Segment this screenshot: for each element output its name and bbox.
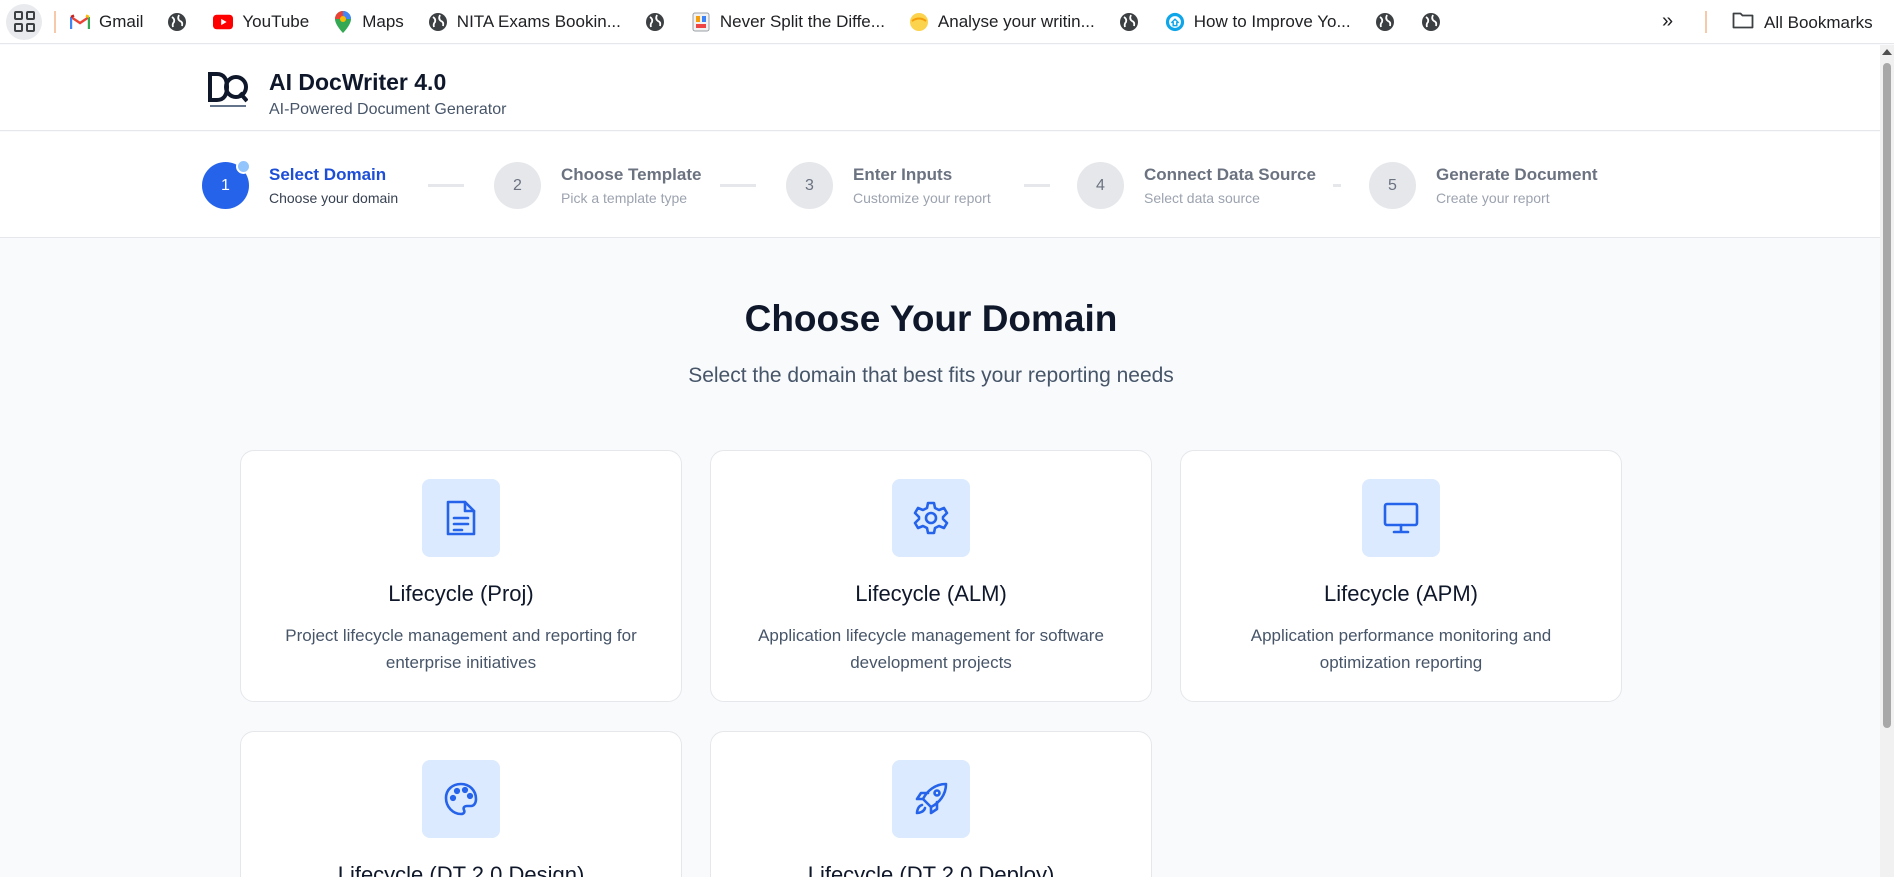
scrollbar-thumb[interactable] xyxy=(1883,63,1891,728)
rocket-icon xyxy=(892,760,970,838)
page-scrollbar[interactable] xyxy=(1880,45,1894,877)
bookmarks-separator xyxy=(1705,11,1707,33)
app-header: AI DocWriter 4.0 AI-Powered Document Gen… xyxy=(0,45,1880,131)
all-bookmarks-label: All Bookmarks xyxy=(1764,12,1873,32)
yellow-circle-icon xyxy=(909,12,929,32)
step-number: 2 xyxy=(494,162,541,209)
bookmark-gmail[interactable]: Gmail xyxy=(70,12,143,32)
globe-icon xyxy=(1421,12,1441,32)
step-label: Choose Template xyxy=(561,165,702,184)
bookmark-label: How to Improve Yo... xyxy=(1193,11,1351,31)
site-icon xyxy=(1165,12,1185,32)
step-connector xyxy=(1333,184,1341,187)
step-description: Select data source xyxy=(1144,190,1260,206)
domain-title: Lifecycle (APM) xyxy=(1323,581,1479,606)
domain-card-apm[interactable]: Lifecycle (APM) Application performance … xyxy=(1180,450,1622,702)
app-subtitle: AI-Powered Document Generator xyxy=(269,101,507,118)
bookmark-label: Analyse your writin... xyxy=(937,11,1095,31)
step-label: Generate Document xyxy=(1436,165,1598,184)
bookmark-label: Maps xyxy=(362,11,404,31)
document-icon xyxy=(422,479,500,557)
gmail-icon xyxy=(70,12,90,32)
domain-card-proj[interactable]: Lifecycle (Proj) Project lifecycle manag… xyxy=(240,450,682,702)
domain-description: Application lifecycle management for sof… xyxy=(758,626,1104,672)
step-label: Select Domain xyxy=(269,165,387,184)
monitor-icon xyxy=(1362,479,1440,557)
globe-icon xyxy=(167,12,187,32)
step-connector xyxy=(428,184,464,187)
domain-description: Project lifecycle management and reporti… xyxy=(285,626,637,672)
step-generate-document[interactable]: 5 Generate Document Create your report xyxy=(1369,162,1598,209)
step-number: 5 xyxy=(1369,162,1416,209)
youtube-icon xyxy=(213,12,234,32)
bookmark-analyse-writing[interactable]: Analyse your writin... xyxy=(909,12,1095,32)
bookmark-how-to-improve[interactable]: How to Improve Yo... xyxy=(1165,12,1351,32)
bookmark-never-split[interactable]: Never Split the Diffe... xyxy=(691,12,885,32)
bookmark-label: Gmail xyxy=(99,11,144,31)
bookmark-youtube[interactable]: YouTube xyxy=(213,12,309,32)
step-description: Choose your domain xyxy=(269,190,399,206)
step-number-text: 1 xyxy=(221,176,230,194)
domain-title: Lifecycle (DT 2.0 Deploy) xyxy=(807,862,1055,877)
bookmark-nita[interactable]: NITA Exams Bookin... xyxy=(428,12,621,32)
folder-icon xyxy=(1732,11,1754,34)
bookmark-globe-1[interactable] xyxy=(167,12,187,32)
bookmark-globe-5[interactable] xyxy=(1421,12,1441,32)
step-number: 3 xyxy=(786,162,833,209)
all-bookmarks-button[interactable]: All Bookmarks xyxy=(1732,11,1873,34)
domain-title: Lifecycle (Proj) xyxy=(388,581,534,606)
bookmark-label: NITA Exams Bookin... xyxy=(456,11,621,31)
step-description: Create your report xyxy=(1436,190,1550,206)
globe-icon xyxy=(428,12,448,32)
bookmarks-bar: Gmail YouTube Maps NITA Exams Bookin... … xyxy=(0,0,1894,44)
step-number-text: 3 xyxy=(805,176,814,194)
step-connector xyxy=(1024,184,1050,187)
gear-icon xyxy=(892,479,970,557)
step-connector xyxy=(720,184,756,187)
domain-title: Lifecycle (ALM) xyxy=(855,581,1007,606)
scroll-up-icon[interactable] xyxy=(1882,49,1892,55)
palette-icon xyxy=(422,760,500,838)
app-title: AI DocWriter 4.0 xyxy=(269,69,447,95)
app-logo xyxy=(208,68,249,112)
bookmark-globe-4[interactable] xyxy=(1375,12,1395,32)
bookmark-maps[interactable]: Maps xyxy=(333,10,404,33)
globe-icon xyxy=(1375,12,1395,32)
step-enter-inputs[interactable]: 3 Enter Inputs Customize your report xyxy=(786,162,991,209)
step-description: Pick a template type xyxy=(561,190,688,206)
step-number-text: 4 xyxy=(1096,176,1105,194)
step-number-text: 5 xyxy=(1388,176,1397,194)
step-choose-template[interactable]: 2 Choose Template Pick a template type xyxy=(494,162,701,209)
step-number: 1 xyxy=(202,159,251,209)
step-select-domain[interactable]: 1 Select Domain Choose your domain xyxy=(202,159,399,209)
bookmark-globe-2[interactable] xyxy=(645,12,665,32)
bookmark-globe-3[interactable] xyxy=(1119,12,1139,32)
globe-icon xyxy=(645,12,665,32)
bookmarks-separator xyxy=(54,10,56,33)
domain-title: Lifecycle (DT 2.0 Design) xyxy=(337,862,585,877)
step-label: Connect Data Source xyxy=(1144,165,1316,184)
apps-grid-button[interactable] xyxy=(6,3,42,40)
step-connect-data-source[interactable]: 4 Connect Data Source Select data source xyxy=(1077,162,1316,209)
maps-icon xyxy=(333,10,353,33)
active-step-indicator xyxy=(236,159,251,174)
step-number: 4 xyxy=(1077,162,1124,209)
domain-description: Application performance monitoring and o… xyxy=(1250,626,1552,672)
step-number-text: 2 xyxy=(513,176,522,194)
globe-icon xyxy=(1119,12,1139,32)
page-subtitle: Select the domain that best fits your re… xyxy=(688,364,1174,387)
more-bookmarks-button[interactable]: » xyxy=(1662,10,1673,33)
domain-card-dt-design[interactable]: Lifecycle (DT 2.0 Design) xyxy=(240,731,682,877)
step-description: Customize your report xyxy=(853,190,991,206)
book-icon xyxy=(691,12,711,32)
bookmark-label: YouTube xyxy=(242,11,310,31)
progress-stepper: 1 Select Domain Choose your domain 2 Cho… xyxy=(0,132,1880,238)
page-title: Choose Your Domain xyxy=(744,298,1118,339)
step-label: Enter Inputs xyxy=(853,165,953,184)
domain-card-alm[interactable]: Lifecycle (ALM) Application lifecycle ma… xyxy=(710,450,1152,702)
apps-grid-icon xyxy=(13,11,35,32)
domain-card-dt-deploy[interactable]: Lifecycle (DT 2.0 Deploy) xyxy=(710,731,1152,877)
bookmark-label: Never Split the Diffe... xyxy=(719,11,885,31)
